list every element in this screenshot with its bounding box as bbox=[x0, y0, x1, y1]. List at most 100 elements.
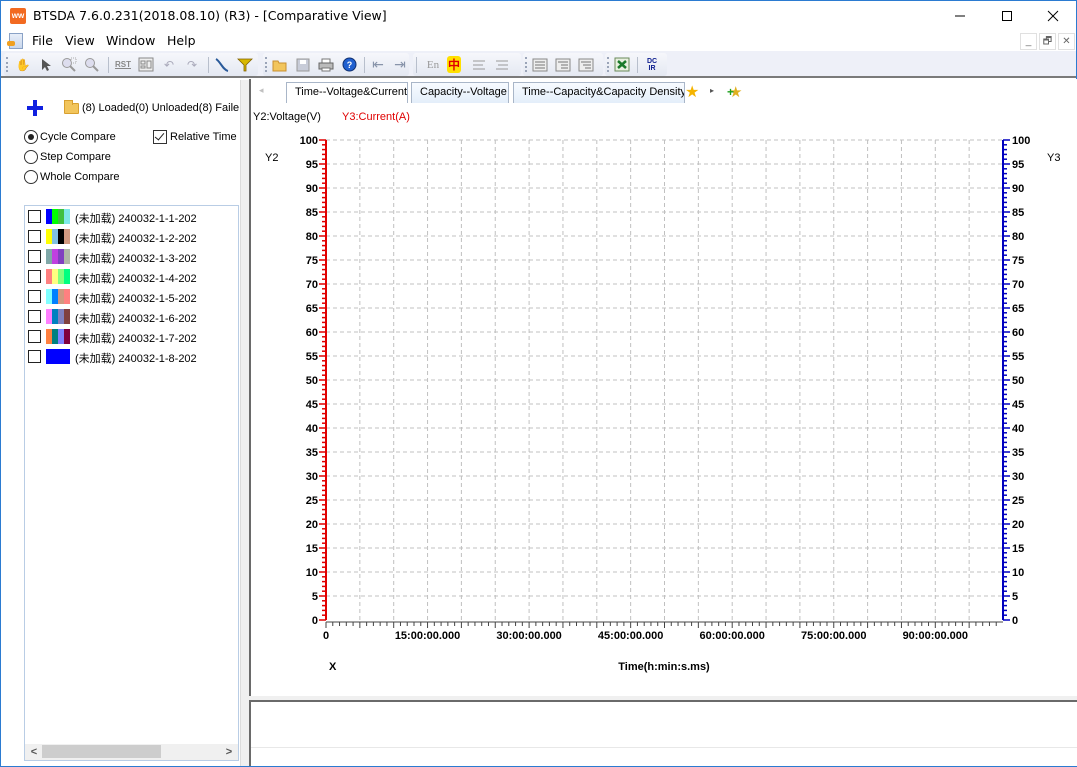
file-checkbox[interactable] bbox=[28, 210, 41, 223]
toolbar-separator bbox=[108, 57, 109, 73]
toolbar-separator bbox=[208, 57, 209, 73]
file-label: (未加载) 240032-1-8-202 bbox=[75, 353, 197, 365]
back-icon[interactable]: ⇤ bbox=[369, 56, 387, 73]
y2-tick-label: 20 bbox=[306, 519, 318, 531]
toolbar-group-navigation: ✋ RST ↶ ↷ bbox=[4, 53, 258, 76]
y3-tick-label: 30 bbox=[1012, 471, 1024, 483]
layout-icon[interactable] bbox=[137, 56, 155, 73]
file-checkbox[interactable] bbox=[28, 350, 41, 363]
toolbar-grip[interactable] bbox=[607, 57, 609, 72]
dcir-icon[interactable]: DC IR bbox=[643, 56, 661, 73]
chinese-icon[interactable]: 中 bbox=[447, 56, 461, 73]
print-icon[interactable] bbox=[317, 56, 335, 73]
menu-help[interactable]: Help bbox=[167, 33, 196, 48]
file-list-item[interactable]: (未加载) 240032-1-1-202 bbox=[27, 208, 237, 226]
menu-window[interactable]: Window bbox=[106, 33, 155, 48]
save-icon[interactable] bbox=[294, 56, 312, 73]
menu-file[interactable]: File bbox=[32, 33, 53, 48]
filter-icon[interactable] bbox=[236, 56, 254, 73]
y2-tick-label: 75 bbox=[306, 255, 318, 267]
vertical-splitter[interactable] bbox=[240, 80, 249, 766]
mdi-close-button[interactable]: ✕ bbox=[1058, 33, 1075, 50]
open-folder-icon[interactable] bbox=[271, 56, 289, 73]
y2-axis-title: Y2 bbox=[265, 152, 278, 164]
file-list-item[interactable]: (未加载) 240032-1-5-202 bbox=[27, 288, 237, 306]
swatch-color bbox=[46, 349, 70, 364]
relative-time-checkbox[interactable] bbox=[153, 130, 167, 144]
toolbar-grip[interactable] bbox=[525, 57, 527, 72]
scroll-left-arrow[interactable]: < bbox=[27, 744, 41, 760]
y3-tick-label: 20 bbox=[1012, 519, 1024, 531]
color-swatch bbox=[46, 309, 70, 324]
file-list-item[interactable]: (未加载) 240032-1-6-202 bbox=[27, 308, 237, 326]
curve-icon[interactable] bbox=[213, 56, 231, 73]
close-button[interactable] bbox=[1030, 1, 1076, 31]
document-icon[interactable] bbox=[7, 33, 23, 49]
whole-compare-radio[interactable] bbox=[24, 170, 38, 184]
file-checkbox[interactable] bbox=[28, 290, 41, 303]
file-list-item[interactable]: (未加载) 240032-1-8-202 bbox=[27, 348, 237, 366]
file-list-item[interactable]: (未加载) 240032-1-4-202 bbox=[27, 268, 237, 286]
y2-tick-label: 70 bbox=[306, 279, 318, 291]
mdi-minimize-button[interactable]: _ bbox=[1020, 33, 1037, 50]
y3-tick-label: 100 bbox=[1012, 135, 1030, 147]
swatch-color bbox=[64, 209, 70, 224]
cycle-compare-radio[interactable] bbox=[24, 130, 38, 144]
close-icon bbox=[1047, 10, 1059, 22]
title-bar: ww BTSDA 7.6.0.231(2018.08.10) (R3) - [C… bbox=[1, 1, 1076, 31]
list-view-icon[interactable] bbox=[531, 56, 549, 73]
forward-icon[interactable]: ⇥ bbox=[391, 56, 409, 73]
y2-tick-label: 100 bbox=[300, 135, 318, 147]
zoom-icon[interactable] bbox=[83, 56, 101, 73]
scrollbar-thumb[interactable] bbox=[42, 745, 161, 758]
file-list-horizontal-scrollbar[interactable]: < > bbox=[25, 744, 238, 760]
file-checkbox[interactable] bbox=[28, 310, 41, 323]
minimize-button[interactable] bbox=[937, 1, 983, 31]
maximize-button[interactable] bbox=[984, 1, 1030, 31]
file-label: (未加载) 240032-1-4-202 bbox=[75, 273, 197, 285]
file-checkbox[interactable] bbox=[28, 250, 41, 263]
y2-tick-label: 30 bbox=[306, 471, 318, 483]
y3-tick-label: 65 bbox=[1012, 303, 1024, 315]
file-list-item[interactable]: (未加载) 240032-1-3-202 bbox=[27, 248, 237, 266]
excel-export-icon[interactable] bbox=[613, 56, 631, 73]
menu-view[interactable]: View bbox=[65, 33, 95, 48]
relative-time-label: Relative Time bbox=[170, 131, 237, 143]
y2-tick-label: 10 bbox=[306, 567, 318, 579]
x-tick-label: 15:00:00.000 bbox=[395, 630, 460, 642]
y3-tick-label: 70 bbox=[1012, 279, 1024, 291]
redo-icon[interactable]: ↷ bbox=[183, 56, 201, 73]
color-swatch bbox=[46, 269, 70, 284]
swatch-color bbox=[64, 329, 70, 344]
file-list-item[interactable]: (未加载) 240032-1-7-202 bbox=[27, 328, 237, 346]
file-list-item[interactable]: (未加载) 240032-1-2-202 bbox=[27, 228, 237, 246]
file-checkbox[interactable] bbox=[28, 330, 41, 343]
swatch-color bbox=[64, 249, 70, 264]
align-right-icon[interactable] bbox=[493, 56, 511, 73]
step-compare-radio[interactable] bbox=[24, 150, 38, 164]
y2-tick-label: 60 bbox=[306, 327, 318, 339]
hand-pan-icon[interactable]: ✋ bbox=[14, 56, 32, 73]
reset-icon[interactable]: RST bbox=[114, 56, 132, 73]
y3-tick-label: 0 bbox=[1012, 615, 1018, 627]
add-file-button[interactable] bbox=[25, 98, 45, 118]
help-icon[interactable]: ? bbox=[340, 56, 358, 73]
align-left-icon[interactable] bbox=[470, 56, 488, 73]
detail-view-icon[interactable] bbox=[554, 56, 572, 73]
toolbar-grip[interactable] bbox=[6, 57, 8, 72]
zoom-box-icon[interactable] bbox=[60, 56, 78, 73]
tree-view-icon[interactable] bbox=[577, 56, 595, 73]
pointer-icon[interactable] bbox=[37, 56, 55, 73]
file-checkbox[interactable] bbox=[28, 270, 41, 283]
file-list: (未加载) 240032-1-1-202 (未加载) 240032-1-2-202… bbox=[24, 205, 239, 761]
chart-plot[interactable]: 0510152025303540455055606570758085909510… bbox=[251, 79, 1077, 696]
toolbar: ✋ RST ↶ ↷ ? ⇤ ⇥ En 中 DC IR bbox=[1, 51, 1076, 78]
english-icon[interactable]: En bbox=[424, 56, 442, 73]
y3-tick-label: 80 bbox=[1012, 231, 1024, 243]
undo-icon[interactable]: ↶ bbox=[160, 56, 178, 73]
toolbar-grip[interactable] bbox=[265, 57, 267, 72]
y2-tick-label: 90 bbox=[306, 183, 318, 195]
mdi-restore-button[interactable]: 🗗 bbox=[1039, 33, 1056, 50]
file-checkbox[interactable] bbox=[28, 230, 41, 243]
scroll-right-arrow[interactable]: > bbox=[222, 744, 236, 760]
